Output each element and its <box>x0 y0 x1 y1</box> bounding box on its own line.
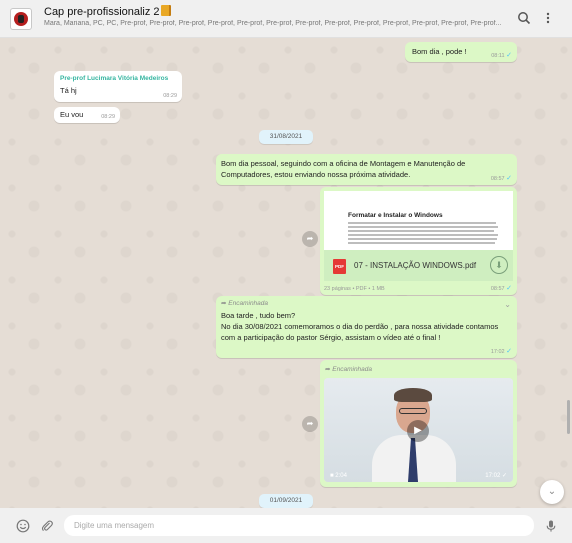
forwarded-arrow-icon: ➦ <box>221 300 227 307</box>
message-list[interactable]: Bom dia , pode ! 08:11 ✓ Pre-prof Lucima… <box>0 38 572 508</box>
message-time: 08:57 <box>490 286 505 292</box>
message-time: 08:11 <box>491 53 505 59</box>
message-composer <box>0 508 572 543</box>
preview-text-line <box>348 226 498 228</box>
forwarded-text: Encaminhada <box>228 300 269 307</box>
document-message[interactable]: Formatar e Instalar o Windows PDF 07 - I… <box>320 187 517 295</box>
video-message[interactable]: ➦ Encaminhada ▶ ■ 2:04 17:02 ✓ <box>320 360 517 487</box>
search-icon[interactable] <box>516 11 532 27</box>
forward-icon[interactable]: ➦ <box>302 231 318 247</box>
video-duration-text: 2:04 <box>335 473 347 479</box>
preview-text-line <box>348 230 494 232</box>
group-avatar[interactable] <box>10 8 32 30</box>
microphone-icon[interactable] <box>544 519 558 533</box>
message-time: 08:29 <box>101 114 115 120</box>
video-time: 17:02 ✓ <box>485 472 507 479</box>
message-meta: 08:57 ✓ <box>491 284 512 292</box>
read-tick-icon: ✓ <box>506 175 512 182</box>
emoji-icon[interactable] <box>16 519 30 533</box>
message-outgoing[interactable]: Bom dia , pode ! 08:11 ✓ <box>405 42 517 62</box>
book-emoji-icon <box>160 5 171 16</box>
person-hair <box>394 388 432 402</box>
group-title: Cap pre-profissionaliz 2 <box>44 5 510 18</box>
forwarded-text: Encaminhada <box>332 366 373 373</box>
message-meta: 08:11 ✓ <box>491 51 512 59</box>
message-time: 17:02 <box>490 349 505 355</box>
forwarded-label: ➦ Encaminhada <box>221 299 268 307</box>
preview-text-line <box>348 234 498 236</box>
chat-header: Cap pre-profissionaliz 2 Mara, Mariana, … <box>0 0 572 38</box>
forwarded-arrow-icon: ➦ <box>325 366 331 373</box>
document-filename: 07 - INSTALAÇÃO WINDOWS.pdf <box>354 261 477 270</box>
video-duration: ■ 2:04 <box>330 473 347 479</box>
document-preview[interactable]: Formatar e Instalar o Windows <box>324 191 513 250</box>
forwarded-message[interactable]: ➦ Encaminhada ⌄ Boa tarde , tudo bem? No… <box>216 296 517 358</box>
date-separator: 31/08/2021 <box>259 130 313 144</box>
message-time: 08:57 <box>490 176 505 182</box>
attach-icon[interactable] <box>40 519 54 533</box>
preview-text-line <box>348 222 496 224</box>
video-camera-icon: ■ <box>330 473 334 479</box>
download-icon[interactable]: ⬇ <box>490 256 508 274</box>
read-tick-icon: ✓ <box>506 52 512 59</box>
message-text: Bom dia , pode ! <box>412 47 467 56</box>
date-separator: 01/09/2021 <box>259 494 313 508</box>
message-text-line: Boa tarde , tudo bem? <box>221 311 296 320</box>
header-titles[interactable]: Cap pre-profissionaliz 2 Mara, Mariana, … <box>44 5 510 27</box>
document-preview-title: Formatar e Instalar o Windows <box>348 212 443 219</box>
message-text: Bom dia pessoal, seguindo com a oficina … <box>221 159 466 179</box>
menu-icon[interactable] <box>540 11 556 27</box>
message-text: Tá hj <box>60 86 77 95</box>
person-glasses <box>399 408 427 414</box>
scrollbar-thumb[interactable] <box>567 400 570 434</box>
message-meta: 08:57 ✓ <box>491 174 512 182</box>
message-text-body: No dia 30/08/2021 comemoramos o dia do p… <box>221 322 499 342</box>
preview-text-line <box>348 242 495 244</box>
message-time: 17:02 <box>485 473 501 479</box>
read-tick-icon: ✓ <box>506 348 512 355</box>
video-thumbnail[interactable]: ▶ ■ 2:04 17:02 ✓ <box>324 378 513 482</box>
message-input[interactable] <box>64 515 534 536</box>
sender-name[interactable]: Pre-prof Lucimara Vitória Medeiros <box>60 75 168 82</box>
avatar-shape <box>18 15 24 23</box>
chevron-down-icon[interactable]: ⌄ <box>504 300 511 309</box>
forward-icon[interactable]: ➦ <box>302 416 318 432</box>
pdf-icon: PDF <box>333 259 346 274</box>
message-text: Eu vou <box>60 110 84 119</box>
message-incoming[interactable]: Eu vou 08:29 <box>54 107 120 123</box>
group-members: Mara, Mariana, PC, PC, Pre-prof, Pre-pro… <box>44 20 502 27</box>
read-tick-icon: ✓ <box>506 285 512 292</box>
read-tick-icon: ✓ <box>501 473 507 479</box>
scroll-down-button[interactable]: ⌄ <box>540 480 564 504</box>
forwarded-label: ➦ Encaminhada <box>325 365 372 373</box>
group-title-text: Cap pre-profissionaliz 2 <box>44 6 160 18</box>
document-file-bar[interactable]: PDF 07 - INSTALAÇÃO WINDOWS.pdf ⬇ <box>324 250 513 281</box>
document-info: 23 páginas • PDF • 1 MB <box>324 286 385 292</box>
message-meta: 17:02 ✓ <box>491 347 512 355</box>
message-incoming[interactable]: Pre-prof Lucimara Vitória Medeiros Tá hj… <box>54 71 182 102</box>
message-time: 08:29 <box>163 93 177 99</box>
preview-text-line <box>348 238 497 240</box>
play-icon[interactable]: ▶ <box>407 420 429 442</box>
message-outgoing[interactable]: Bom dia pessoal, seguindo com a oficina … <box>216 154 517 185</box>
